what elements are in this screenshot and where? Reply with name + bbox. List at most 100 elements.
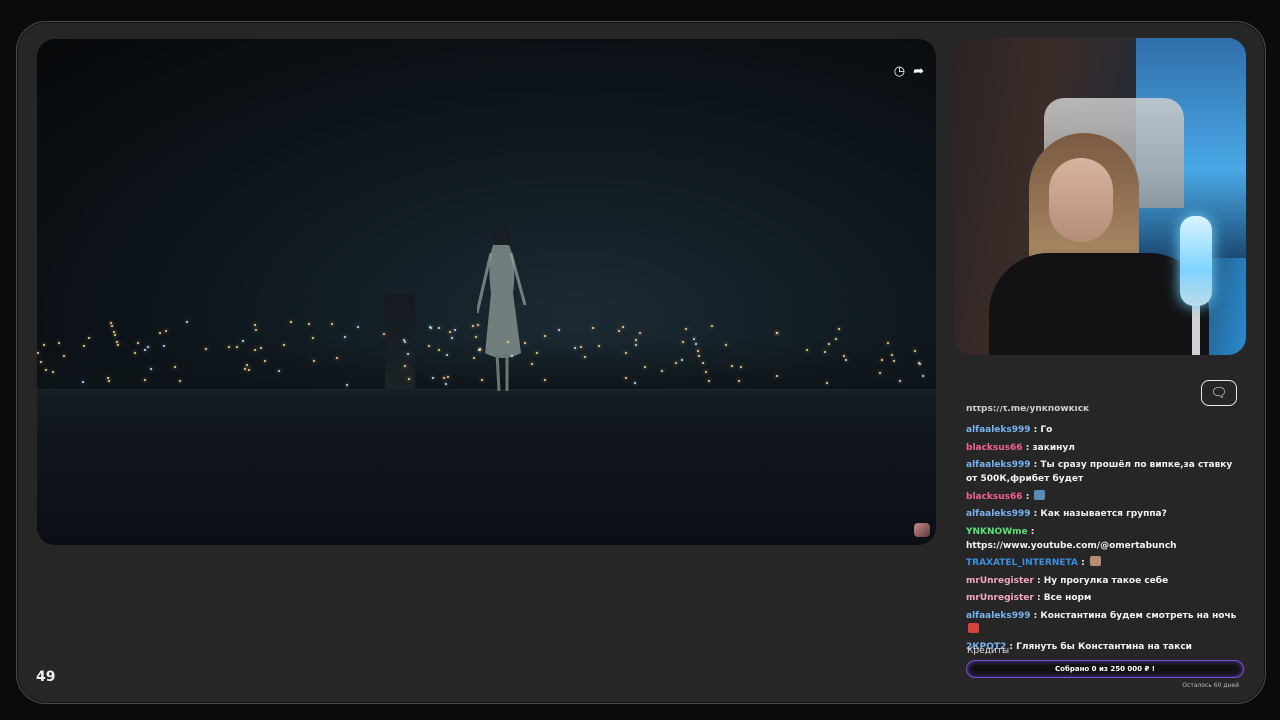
chat-message: mrUnregister : Ну прогулка такое себе	[966, 574, 1242, 588]
city-light	[116, 341, 118, 343]
city-light	[58, 342, 60, 344]
webcam-mic-stand	[1192, 303, 1200, 355]
chat-username[interactable]: TRAXATEL_INTERNETA	[966, 558, 1078, 568]
chat-username[interactable]: alfaaleks999	[966, 611, 1031, 621]
city-light	[695, 343, 697, 345]
credits-remaining: Осталось 60 дней	[1182, 682, 1239, 689]
city-light	[404, 341, 406, 343]
city-light	[481, 379, 483, 381]
city-light	[37, 352, 39, 354]
city-light	[634, 382, 636, 384]
city-light	[806, 349, 808, 351]
video-player[interactable]: ◷ ➦	[37, 39, 936, 545]
chat-username[interactable]: mrUnregister	[966, 593, 1034, 603]
city-light	[113, 331, 115, 333]
city-light	[150, 368, 152, 370]
city-light	[914, 350, 916, 352]
city-light	[625, 377, 627, 379]
city-light	[685, 328, 687, 330]
city-light	[264, 360, 266, 362]
chat-text: https://www.youtube.com/@omertabunch	[966, 540, 1177, 551]
chat-panel: 🗨 https://t.me/ynknowkick alfaaleks999 :…	[954, 372, 1246, 692]
city-light	[843, 355, 845, 357]
city-light	[776, 332, 778, 334]
city-light	[134, 352, 136, 354]
city-light	[698, 355, 700, 357]
city-light	[531, 363, 533, 365]
city-light	[681, 359, 683, 361]
city-light	[708, 380, 710, 382]
city-light	[174, 366, 176, 368]
video-scene-rooftop	[37, 391, 936, 545]
city-light	[473, 357, 475, 359]
city-light	[675, 362, 677, 364]
city-light	[117, 344, 119, 346]
city-light	[246, 364, 248, 366]
video-scene-tower	[385, 294, 415, 389]
city-light	[881, 359, 883, 361]
city-light	[919, 363, 921, 365]
chat-username[interactable]: alfaaleks999	[966, 509, 1031, 519]
city-light	[147, 346, 149, 348]
city-light	[357, 326, 359, 328]
webcam-streamer-body	[989, 253, 1209, 355]
city-light	[445, 383, 447, 385]
chat-message: mrUnregister : Все норм	[966, 591, 1242, 605]
city-light	[472, 325, 474, 327]
chat-messages: https://t.me/ynknowkick alfaaleks999 : Г…	[966, 406, 1242, 658]
chat-username[interactable]: alfaaleks999	[966, 460, 1031, 470]
city-light	[454, 329, 456, 331]
city-light	[108, 380, 110, 382]
city-light	[682, 341, 684, 343]
chat-username[interactable]: alfaaleks999	[966, 425, 1031, 435]
chat-username[interactable]: mrUnregister	[966, 576, 1034, 586]
chat-username[interactable]: blacksus66	[966, 492, 1023, 502]
city-light	[697, 350, 699, 352]
city-light	[449, 331, 451, 333]
city-light	[824, 351, 826, 353]
city-light	[740, 366, 742, 368]
chat-text: Как называется группа?	[1040, 509, 1167, 519]
webcam-feed	[954, 38, 1246, 355]
city-light	[248, 369, 250, 371]
city-light	[524, 342, 526, 344]
city-light	[163, 345, 165, 347]
chat-separator: :	[1022, 442, 1033, 453]
city-light	[244, 368, 246, 370]
city-light	[40, 361, 42, 363]
city-light	[475, 336, 477, 338]
city-light	[580, 346, 582, 348]
city-light	[828, 343, 830, 345]
city-light	[705, 371, 707, 373]
share-icon[interactable]: ➦	[913, 65, 924, 79]
city-light	[618, 330, 620, 332]
city-light	[644, 366, 646, 368]
city-light	[313, 360, 315, 362]
city-light	[63, 355, 65, 357]
city-light	[88, 337, 90, 339]
chat-bubble-icon[interactable]: 🗨	[1201, 380, 1237, 406]
chat-username[interactable]: blacksus66	[966, 443, 1023, 453]
city-light	[278, 370, 280, 372]
city-light	[438, 349, 440, 351]
city-light	[312, 337, 314, 339]
video-scene-figure	[477, 225, 527, 392]
chat-username[interactable]: YNKNOWme	[966, 527, 1028, 537]
city-light	[242, 340, 244, 342]
chat-separator: :	[1027, 526, 1035, 537]
credits-label: Кредиты	[967, 646, 1010, 656]
chat-separator: :	[1030, 425, 1041, 435]
city-light	[731, 365, 733, 367]
chat-truncated-line: https://t.me/ynknowkick	[966, 406, 1090, 414]
city-light	[507, 341, 509, 343]
city-light	[899, 380, 901, 382]
channel-logo-icon	[914, 523, 930, 537]
city-light	[598, 345, 600, 347]
city-light	[544, 335, 546, 337]
chat-separator: :	[1033, 575, 1044, 586]
viewer-count: 49	[36, 669, 56, 685]
chat-text: закинул	[1032, 442, 1075, 453]
chat-message: alfaaleks999 : Как называется группа?	[966, 507, 1242, 521]
city-light	[52, 371, 54, 373]
clock-icon[interactable]: ◷	[894, 65, 905, 79]
